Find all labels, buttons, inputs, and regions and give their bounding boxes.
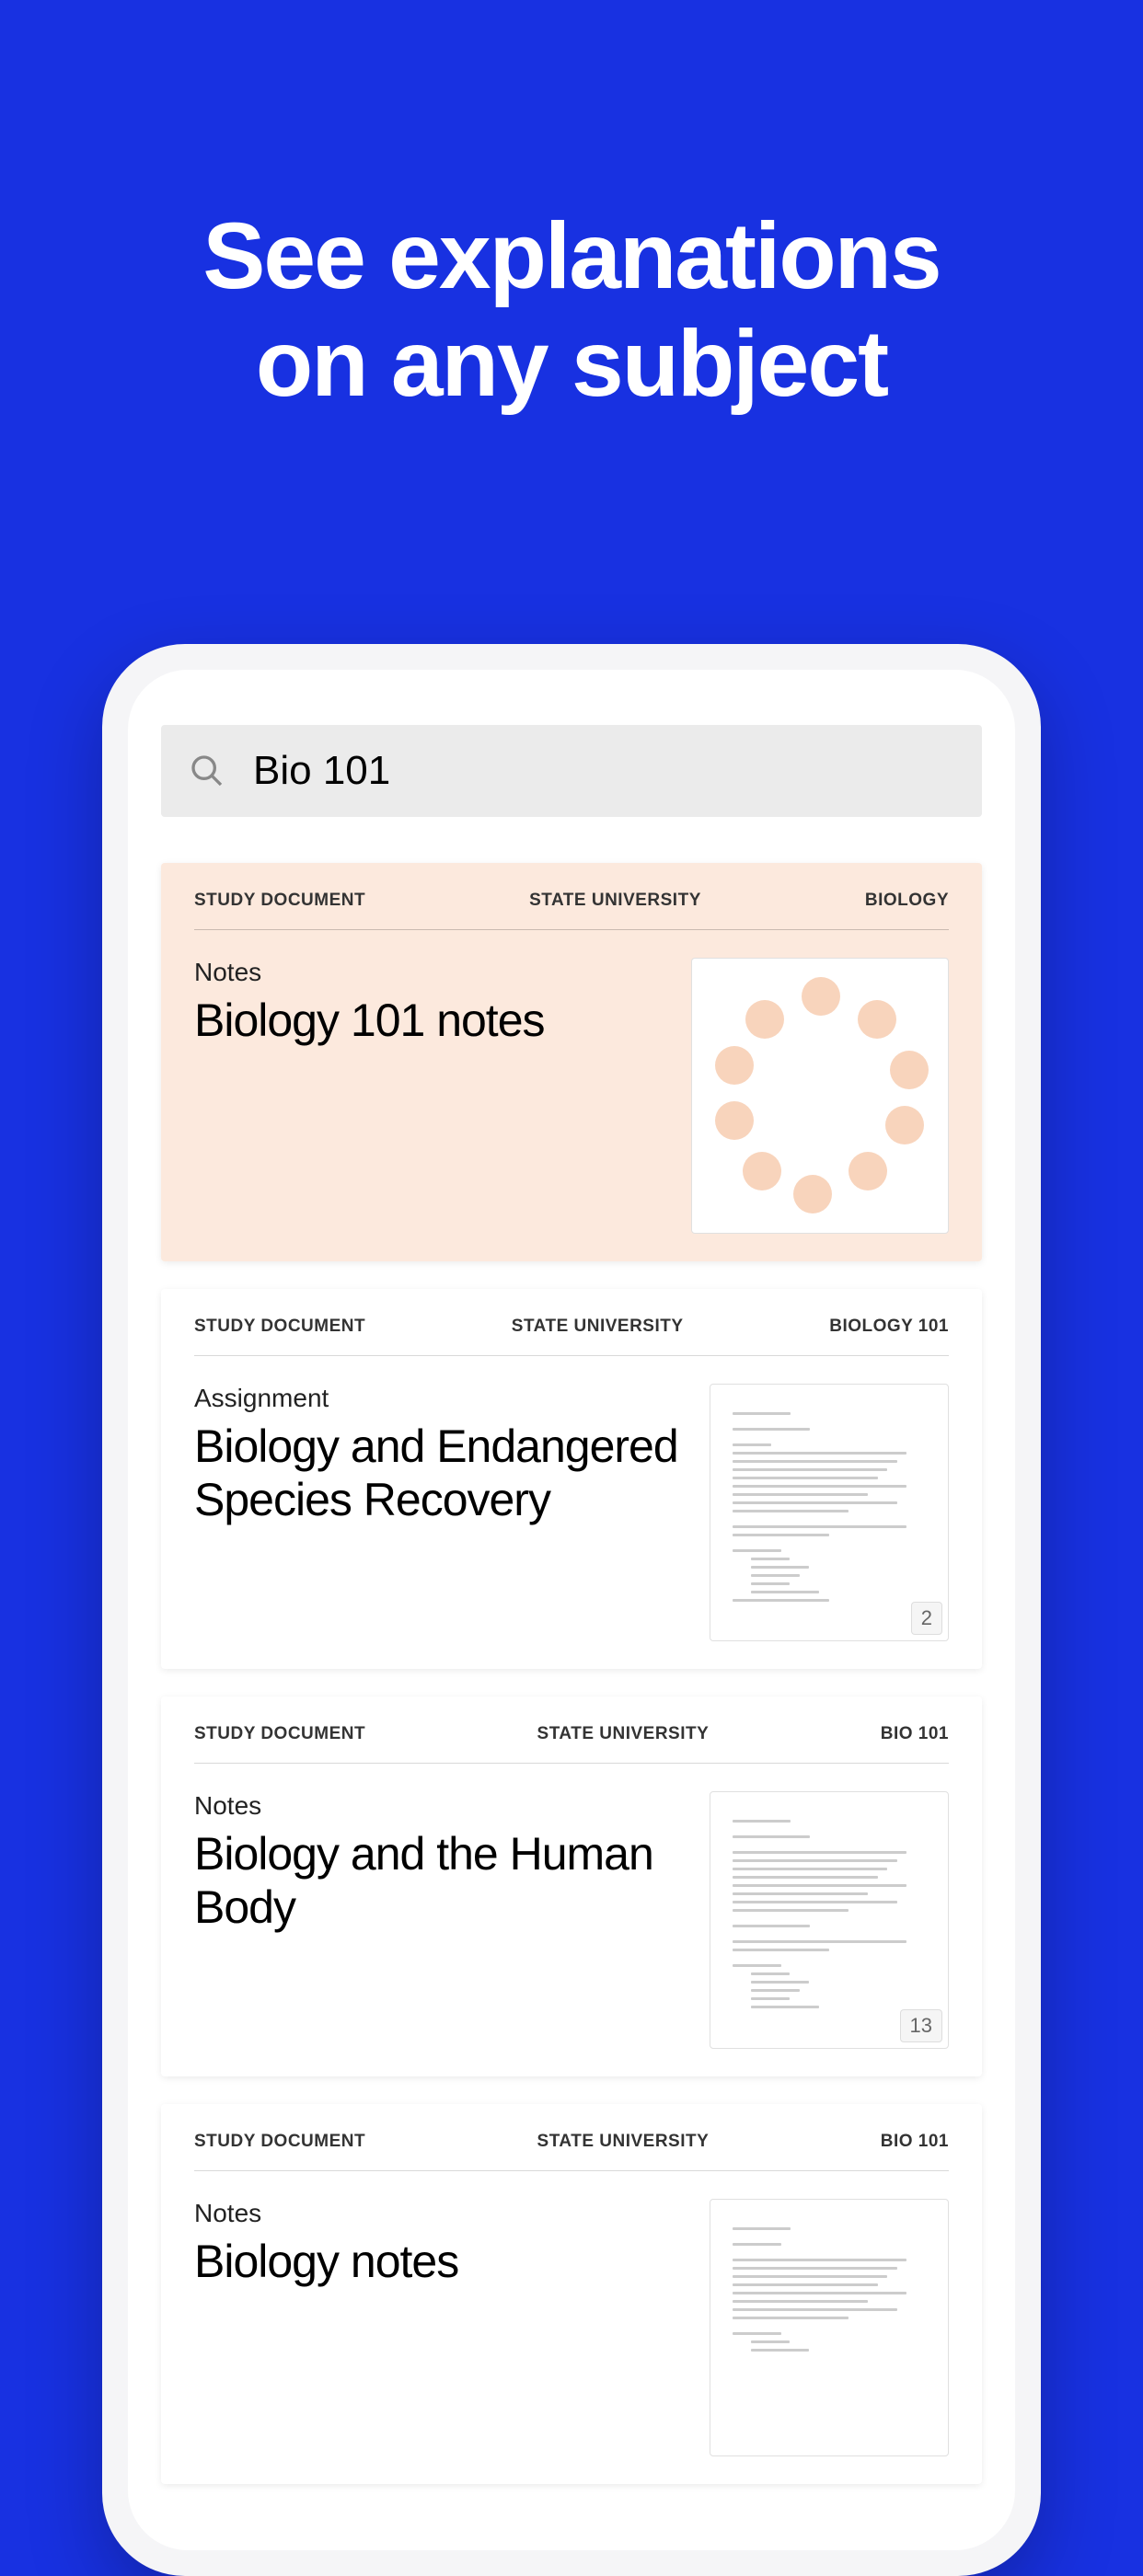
doc-type: Assignment — [194, 1384, 691, 1413]
doc-title: Biology and Endangered Species Recovery — [194, 1420, 691, 1526]
card-text: Notes Biology and the Human Body — [194, 1791, 710, 1934]
hero-headline: See explanations on any subject — [0, 0, 1143, 419]
cycle-diagram-icon — [692, 959, 948, 1233]
university-label: STATE UNIVERSITY — [537, 2132, 710, 2152]
doc-label: STUDY DOCUMENT — [194, 1724, 365, 1744]
document-preview-icon — [710, 2200, 948, 2385]
card-body: Assignment Biology and Endangered Specie… — [194, 1384, 949, 1641]
doc-type: Notes — [194, 1791, 691, 1821]
card-header: STUDY DOCUMENT STATE UNIVERSITY BIOLOGY … — [194, 1317, 949, 1356]
result-card[interactable]: STUDY DOCUMENT STATE UNIVERSITY BIO 101 … — [161, 1696, 982, 2076]
doc-label: STUDY DOCUMENT — [194, 891, 365, 911]
doc-type: Notes — [194, 958, 673, 987]
result-card[interactable]: STUDY DOCUMENT STATE UNIVERSITY BIOLOGY … — [161, 1289, 982, 1669]
doc-thumbnail: 13 — [710, 1791, 949, 2049]
card-body: Notes Biology notes — [194, 2199, 949, 2456]
doc-thumbnail — [710, 2199, 949, 2456]
university-label: STATE UNIVERSITY — [537, 1724, 710, 1744]
subject-label: BIO 101 — [881, 1724, 949, 1744]
card-text: Assignment Biology and Endangered Specie… — [194, 1384, 710, 1526]
card-text: Notes Biology 101 notes — [194, 958, 691, 1048]
phone-device-frame: Bio 101 STUDY DOCUMENT STATE UNIVERSITY … — [102, 644, 1041, 2576]
subject-label: BIO 101 — [881, 2132, 949, 2152]
subject-label: BIOLOGY 101 — [829, 1317, 949, 1337]
card-body: Notes Biology and the Human Body — [194, 1791, 949, 2049]
card-text: Notes Biology notes — [194, 2199, 710, 2289]
doc-type: Notes — [194, 2199, 691, 2228]
card-body: Notes Biology 101 notes — [194, 958, 949, 1234]
result-card-featured[interactable]: STUDY DOCUMENT STATE UNIVERSITY BIOLOGY … — [161, 863, 982, 1261]
university-label: STATE UNIVERSITY — [529, 891, 701, 911]
doc-label: STUDY DOCUMENT — [194, 1317, 365, 1337]
page-count-badge: 2 — [911, 1602, 942, 1635]
doc-thumbnail — [691, 958, 949, 1234]
hero-line-2: on any subject — [0, 310, 1143, 418]
doc-title: Biology notes — [194, 2236, 691, 2289]
doc-title: Biology and the Human Body — [194, 1828, 691, 1934]
search-bar[interactable]: Bio 101 — [161, 725, 982, 817]
card-header: STUDY DOCUMENT STATE UNIVERSITY BIOLOGY — [194, 891, 949, 930]
doc-label: STUDY DOCUMENT — [194, 2132, 365, 2152]
hero-line-1: See explanations — [0, 202, 1143, 310]
document-preview-icon — [710, 1385, 948, 1635]
search-icon — [187, 751, 227, 791]
search-query: Bio 101 — [253, 748, 390, 794]
card-header: STUDY DOCUMENT STATE UNIVERSITY BIO 101 — [194, 2132, 949, 2171]
result-card[interactable]: STUDY DOCUMENT STATE UNIVERSITY BIO 101 … — [161, 2104, 982, 2484]
phone-screen: Bio 101 STUDY DOCUMENT STATE UNIVERSITY … — [128, 670, 1015, 2550]
university-label: STATE UNIVERSITY — [512, 1317, 684, 1337]
subject-label: BIOLOGY — [865, 891, 949, 911]
doc-thumbnail: 2 — [710, 1384, 949, 1641]
doc-title: Biology 101 notes — [194, 995, 673, 1048]
page-count-badge: 13 — [900, 2009, 942, 2042]
card-header: STUDY DOCUMENT STATE UNIVERSITY BIO 101 — [194, 1724, 949, 1764]
document-preview-icon — [710, 1792, 948, 2041]
